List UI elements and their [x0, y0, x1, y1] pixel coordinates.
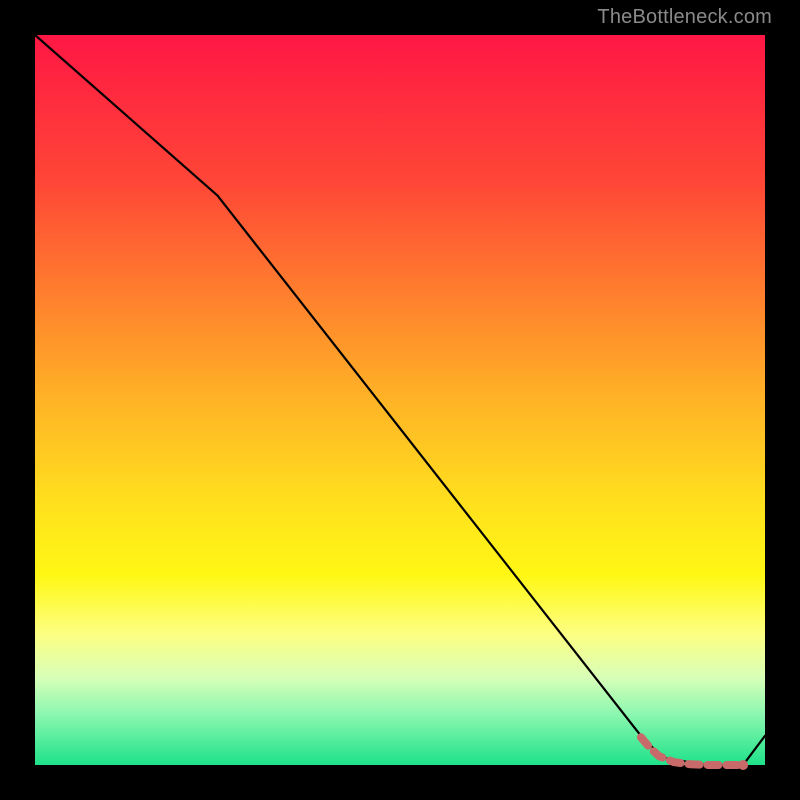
dotted-segment	[641, 737, 743, 765]
chart-overlay	[35, 35, 765, 765]
dotted-markers	[641, 737, 748, 770]
terminal-dot	[738, 760, 748, 770]
chart-stage: TheBottleneck.com	[0, 0, 800, 800]
watermark-text: TheBottleneck.com	[597, 6, 772, 29]
series-curve	[35, 35, 765, 765]
